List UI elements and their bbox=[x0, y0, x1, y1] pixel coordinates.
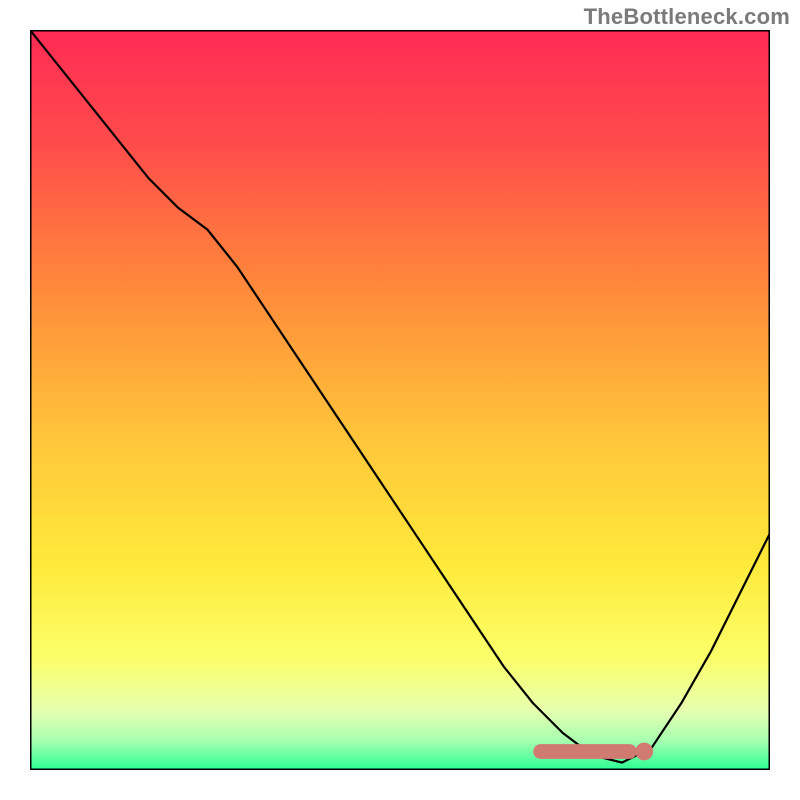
chart-svg bbox=[30, 30, 770, 770]
chart-area bbox=[30, 30, 770, 770]
chart-background bbox=[30, 30, 770, 770]
watermark-text: TheBottleneck.com bbox=[584, 4, 790, 30]
optimal-range-band bbox=[533, 744, 637, 759]
optimal-range-dot bbox=[635, 743, 653, 761]
